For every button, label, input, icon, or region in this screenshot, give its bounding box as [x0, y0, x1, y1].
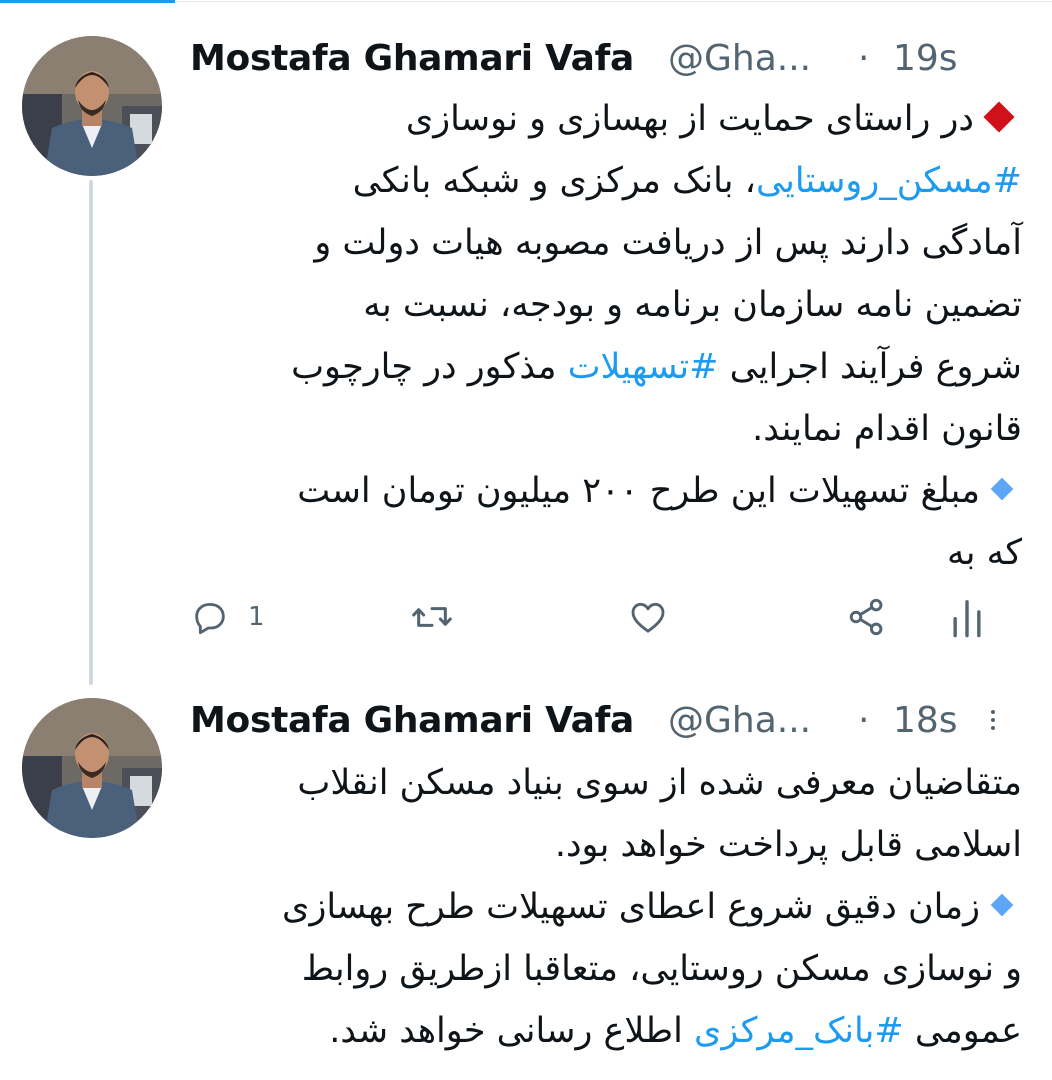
- text-line: شروع فرآیند اجرایی #تسهیلات مذکور در چار…: [291, 347, 1022, 387]
- reply-count: 1: [248, 602, 265, 632]
- tweet-header: Mostafa Ghamari Vafa @Gha... · 18s: [190, 700, 1032, 750]
- analytics-button[interactable]: [950, 592, 984, 642]
- author-name[interactable]: Mostafa Ghamari Vafa: [190, 700, 634, 741]
- tweet-text: متقاضیان معرفی شده از سوی بنیاد مسکن انق…: [190, 752, 1022, 1062]
- retweet-button[interactable]: [410, 592, 454, 642]
- timestamp[interactable]: 18s: [893, 700, 958, 741]
- text-line: اسلامی قابل پرداخت خواهد بود.: [554, 825, 1022, 865]
- share-button[interactable]: [845, 592, 889, 642]
- heart-icon: [631, 602, 665, 633]
- author-name[interactable]: Mostafa Ghamari Vafa: [190, 38, 634, 79]
- text-line: #مسکن_روستایی، بانک مرکزی و شبکه بانکی: [352, 161, 1022, 201]
- avatar-photo: [22, 36, 162, 176]
- retweet-icon: [412, 607, 452, 627]
- tweet-actions: 1: [190, 592, 1000, 642]
- analytics-icon: [953, 600, 981, 638]
- text-line: در راستای حمایت از بهسازی و نوسازی: [190, 88, 1022, 150]
- blue-diamond-icon: [990, 477, 1014, 501]
- dot-separator: ·: [858, 700, 870, 741]
- text-line: آمادگی دارند پس از دریافت مصوبه هیات دول…: [314, 223, 1022, 263]
- like-button[interactable]: [628, 592, 668, 642]
- hashtag-link[interactable]: #بانک_مرکزی: [694, 1011, 904, 1051]
- reply-button[interactable]: 1: [190, 592, 265, 642]
- avatar[interactable]: [22, 36, 162, 176]
- tweet-text: در راستای حمایت از بهسازی و نوسازی #مسکن…: [190, 88, 1022, 584]
- author-handle[interactable]: @Gha...: [668, 38, 811, 79]
- thread-connector-line: [89, 180, 93, 685]
- blue-diamond-icon: [990, 893, 1014, 917]
- divider: [175, 1, 1052, 2]
- more-options-icon[interactable]: [988, 706, 998, 740]
- reply-icon: [195, 603, 225, 635]
- top-progress-strip: [0, 0, 1052, 3]
- timestamp[interactable]: 19s: [893, 38, 958, 79]
- text-line: عمومی #بانک_مرکزی اطلاع رسانی خواهد شد.: [329, 1011, 1022, 1051]
- avatar-photo: [22, 698, 162, 838]
- author-handle[interactable]: @Gha...: [668, 700, 811, 741]
- tweet-header: Mostafa Ghamari Vafa @Gha... · 19s: [190, 38, 1032, 88]
- text-line: تضمین نامه سازمان برنامه و بودجه، نسبت ب…: [363, 285, 1022, 325]
- text-line: زمان دقیق شروع اعطای تسهیلات طرح بهسازی: [190, 876, 1022, 938]
- dot-separator: ·: [858, 38, 870, 79]
- progress-fill: [0, 0, 175, 3]
- text-line: و نوسازی مسکن روستایی، متعاقبا ازطریق رو…: [301, 949, 1022, 989]
- red-diamond-icon: [983, 101, 1015, 133]
- text-line: متقاضیان معرفی شده از سوی بنیاد مسکن انق…: [297, 763, 1022, 803]
- text-line: قانون اقدام نمایند.: [752, 409, 1022, 449]
- avatar[interactable]: [22, 698, 162, 838]
- hashtag-link[interactable]: #مسکن_روستایی: [756, 161, 1022, 201]
- text-line: که به: [946, 533, 1022, 573]
- text-line: مبلغ تسهیلات این طرح ۲۰۰ میلیون تومان اس…: [190, 460, 1022, 522]
- share-icon: [849, 598, 883, 636]
- hashtag-link[interactable]: #تسهیلات: [568, 347, 719, 387]
